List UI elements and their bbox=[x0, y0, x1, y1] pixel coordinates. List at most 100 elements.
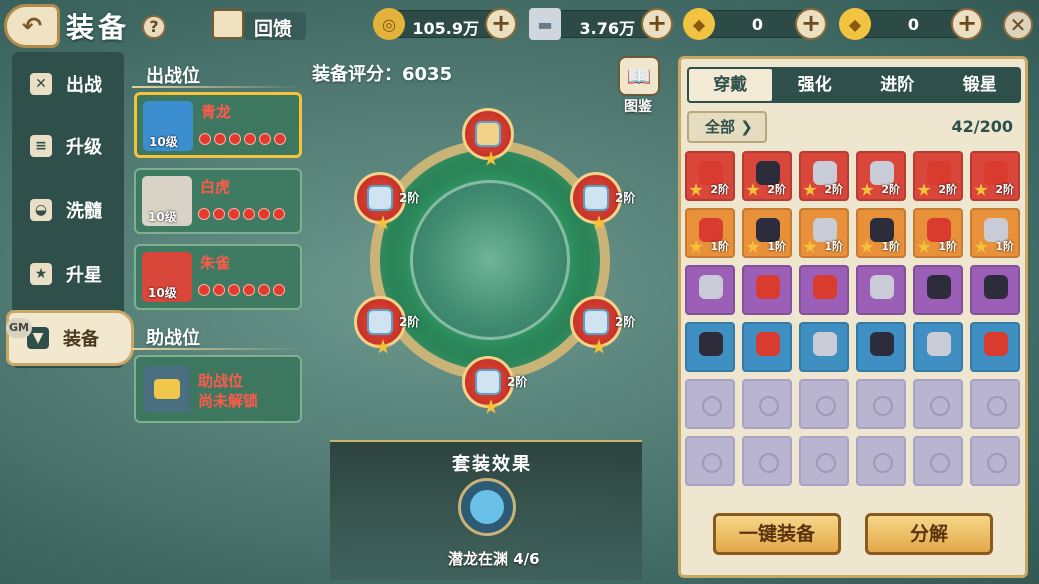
gm-badge[interactable]: GM bbox=[6, 318, 32, 338]
inventory-item[interactable] bbox=[970, 322, 1020, 372]
tab-wear[interactable]: 穿戴 bbox=[687, 67, 774, 103]
empty-slot bbox=[742, 436, 792, 486]
hero-name: 白虎 bbox=[200, 178, 231, 196]
list-icon: ≡ bbox=[30, 135, 52, 157]
codex-label[interactable]: 图鉴 bbox=[624, 96, 652, 116]
inventory-item[interactable] bbox=[685, 265, 735, 315]
inventory-item[interactable]: 1阶 bbox=[970, 208, 1020, 258]
hero-name: 朱雀 bbox=[200, 254, 231, 272]
inventory-item[interactable]: 1阶 bbox=[685, 208, 735, 258]
inventory-item[interactable]: 2阶 bbox=[742, 151, 792, 201]
inventory-grid: 2阶 2阶 2阶 2阶 2阶 2阶 1阶 1阶 1阶 1阶 1阶 1阶 bbox=[685, 151, 1023, 486]
star-icon bbox=[689, 240, 703, 253]
gear-piece-icon bbox=[927, 332, 951, 356]
star-icon bbox=[860, 240, 874, 253]
help-button[interactable]: ? bbox=[142, 15, 166, 39]
inventory-count: 42/200 bbox=[951, 117, 1013, 136]
inventory-item[interactable] bbox=[799, 265, 849, 315]
hero-level: 10级 bbox=[148, 210, 177, 224]
add-gold-button[interactable]: + bbox=[951, 8, 983, 40]
resource-coin: ◎ 105.9万 + bbox=[373, 8, 517, 40]
inventory-item[interactable]: 1阶 bbox=[856, 208, 906, 258]
hero-card-zhuque[interactable]: 10级 朱雀 bbox=[134, 244, 302, 310]
inventory-item[interactable] bbox=[913, 322, 963, 372]
hero-star-dots bbox=[198, 284, 285, 296]
inventory-item[interactable] bbox=[685, 322, 735, 372]
filter-dropdown[interactable]: 全部 ❯ bbox=[687, 111, 767, 143]
close-button[interactable]: ✕ bbox=[1003, 10, 1033, 40]
inventory-item[interactable] bbox=[742, 265, 792, 315]
battle-section-title: 出战位 bbox=[146, 66, 200, 87]
tab-enhance[interactable]: 强化 bbox=[774, 67, 857, 103]
back-button[interactable]: ↶ bbox=[4, 4, 60, 48]
set-dragon-icon[interactable] bbox=[458, 478, 516, 536]
gear-piece-icon bbox=[870, 275, 894, 299]
armor-icon bbox=[583, 185, 609, 211]
hero-star-dots bbox=[199, 133, 286, 145]
hero-star-dots bbox=[198, 208, 285, 220]
star-icon bbox=[860, 183, 874, 196]
equip-slot-right-bottom[interactable]: 2阶 bbox=[570, 296, 635, 354]
gift-label[interactable]: 回馈 bbox=[254, 14, 292, 41]
book-icon[interactable]: 📖 bbox=[618, 56, 660, 96]
decompose-button[interactable]: 分解 bbox=[865, 513, 993, 555]
empty-slot bbox=[970, 379, 1020, 429]
inventory-item[interactable] bbox=[742, 322, 792, 372]
inventory-item[interactable]: 2阶 bbox=[913, 151, 963, 201]
star-icon bbox=[974, 183, 988, 196]
gear-piece-icon bbox=[984, 332, 1008, 356]
inventory-item[interactable] bbox=[856, 322, 906, 372]
armor-icon bbox=[583, 309, 609, 335]
item-tier: 2阶 bbox=[938, 183, 957, 196]
inventory-item[interactable] bbox=[970, 265, 1020, 315]
inventory-item[interactable]: 1阶 bbox=[913, 208, 963, 258]
ring-center bbox=[410, 180, 570, 340]
equip-slot-weapon[interactable] bbox=[462, 108, 514, 166]
nav-item-star[interactable]: ★ 升星 bbox=[12, 246, 124, 302]
resource-gold-ingot-2: ◆ 0 + bbox=[839, 8, 983, 40]
add-gold-button[interactable]: + bbox=[795, 8, 827, 40]
inventory-item[interactable]: 2阶 bbox=[685, 151, 735, 201]
empty-slot bbox=[799, 379, 849, 429]
resource-value: 3.76万 bbox=[579, 19, 635, 38]
inventory-item[interactable]: 2阶 bbox=[856, 151, 906, 201]
gold-ingot-icon: ◆ bbox=[683, 8, 715, 40]
weapon-icon bbox=[475, 121, 501, 147]
assist-section-title: 助战位 bbox=[146, 328, 200, 349]
inventory-tabs: 穿戴 强化 进阶 锻星 bbox=[687, 67, 1021, 103]
tab-forge[interactable]: 锻星 bbox=[939, 67, 1022, 103]
item-tier: 2阶 bbox=[710, 183, 729, 196]
inventory-item[interactable] bbox=[799, 322, 849, 372]
star-icon bbox=[689, 183, 703, 196]
silver-icon: ▬ bbox=[529, 8, 561, 40]
gift-icon[interactable] bbox=[212, 9, 244, 39]
inventory-item[interactable] bbox=[913, 265, 963, 315]
tab-advance[interactable]: 进阶 bbox=[856, 67, 939, 103]
inventory-item[interactable]: 1阶 bbox=[742, 208, 792, 258]
star-icon bbox=[917, 240, 931, 253]
assist-slot-locked[interactable]: 助战位 尚未解锁 bbox=[134, 355, 302, 423]
section-divider bbox=[132, 348, 302, 350]
add-coin-button[interactable]: + bbox=[485, 8, 517, 40]
inventory-item[interactable]: 1阶 bbox=[799, 208, 849, 258]
equip-slot-right-top[interactable]: 2阶 bbox=[570, 172, 635, 230]
equip-slot-left-top[interactable]: 2阶 bbox=[354, 172, 419, 230]
section-divider bbox=[132, 86, 302, 88]
nav-item-upgrade[interactable]: ≡ 升级 bbox=[12, 118, 124, 174]
equip-all-button[interactable]: 一键装备 bbox=[713, 513, 841, 555]
hero-card-baihu[interactable]: 10级 白虎 bbox=[134, 168, 302, 234]
inventory-item[interactable]: 2阶 bbox=[970, 151, 1020, 201]
nav-item-refine[interactable]: ◒ 洗髓 bbox=[12, 182, 124, 238]
inventory-panel: 穿戴 强化 进阶 锻星 全部 ❯ 42/200 2阶 2阶 2阶 2阶 2阶 2阶 1阶 1阶… bbox=[678, 56, 1028, 578]
equip-slot-bottom[interactable]: 2阶 bbox=[462, 356, 527, 414]
page-title: 装备 bbox=[66, 11, 131, 44]
add-silver-button[interactable]: + bbox=[641, 8, 673, 40]
empty-slot bbox=[970, 436, 1020, 486]
resource-gold-ingot: ◆ 0 + bbox=[683, 8, 827, 40]
nav-item-battle[interactable]: ✕ 出战 bbox=[12, 56, 124, 112]
equip-slot-left-bottom[interactable]: 2阶 bbox=[354, 296, 419, 354]
gear-piece-icon bbox=[927, 275, 951, 299]
hero-card-qinglong[interactable]: 10级 青龙 bbox=[134, 92, 302, 158]
inventory-item[interactable]: 2阶 bbox=[799, 151, 849, 201]
inventory-item[interactable] bbox=[856, 265, 906, 315]
